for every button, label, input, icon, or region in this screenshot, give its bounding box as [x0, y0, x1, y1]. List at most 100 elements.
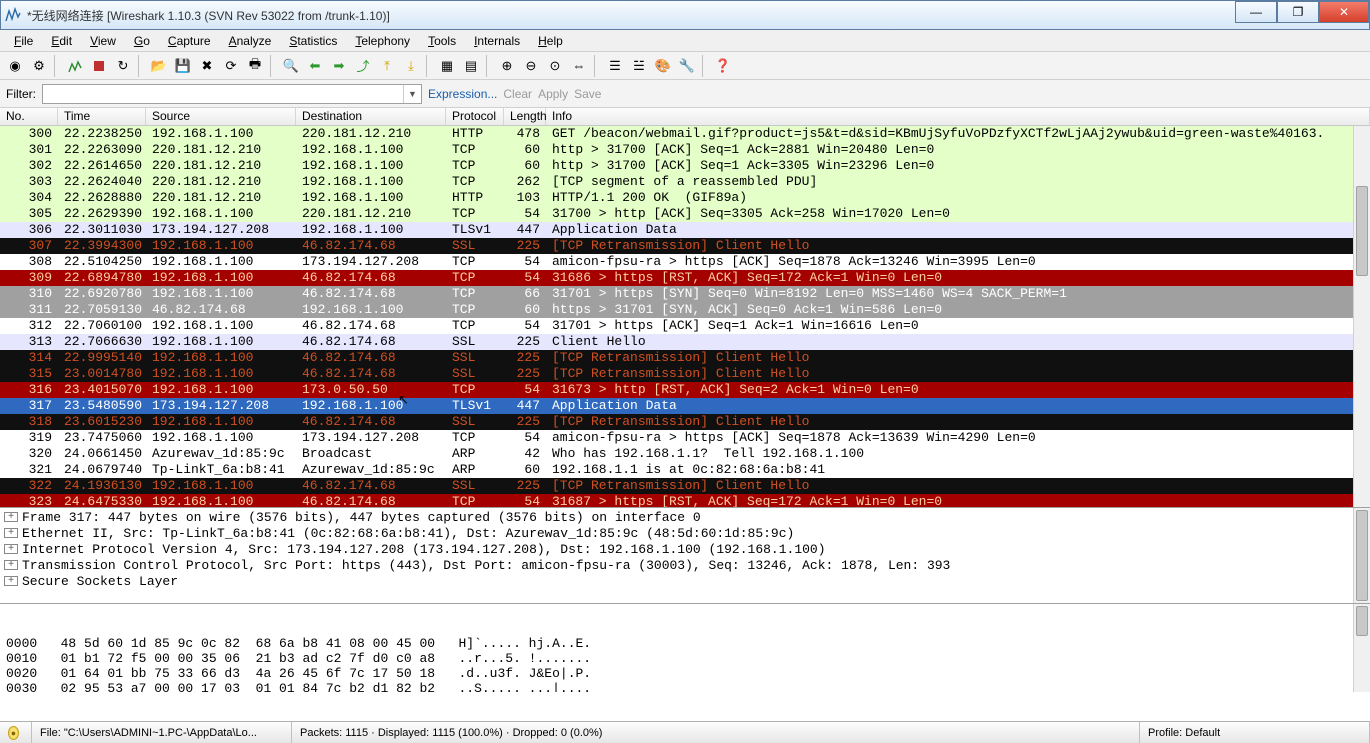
- hex-line[interactable]: 0030 02 95 53 a7 00 00 17 03 01 01 84 7c…: [6, 681, 1364, 692]
- expand-icon[interactable]: +: [4, 560, 18, 570]
- expert-info-icon[interactable]: ●: [8, 726, 19, 740]
- table-row[interactable]: 31523.0014780192.168.1.10046.82.174.68SS…: [0, 366, 1370, 382]
- table-row[interactable]: 32024.0661450Azurewav_1d:85:9cBroadcastA…: [0, 446, 1370, 462]
- packet-list[interactable]: 30022.2238250192.168.1.100220.181.12.210…: [0, 126, 1370, 508]
- auto-scroll-icon[interactable]: ▤: [460, 55, 482, 77]
- save-button[interactable]: Save: [574, 87, 601, 101]
- menu-go[interactable]: Go: [126, 32, 158, 50]
- col-proto[interactable]: Protocol: [446, 108, 504, 125]
- hex-line[interactable]: 0010 01 b1 72 f5 00 00 35 06 21 b3 ad c2…: [6, 651, 1364, 666]
- interfaces-icon[interactable]: ◉: [4, 55, 26, 77]
- minimize-button[interactable]: —: [1235, 1, 1277, 23]
- go-back-icon[interactable]: ⬅: [304, 55, 326, 77]
- detail-line[interactable]: +Secure Sockets Layer: [4, 574, 1366, 590]
- menu-view[interactable]: View: [82, 32, 124, 50]
- zoom-out-icon[interactable]: ⊖: [520, 55, 542, 77]
- table-row[interactable]: 30222.2614650220.181.12.210192.168.1.100…: [0, 158, 1370, 174]
- table-row[interactable]: 30822.5104250192.168.1.100173.194.127.20…: [0, 254, 1370, 270]
- table-row[interactable]: 31923.7475060192.168.1.100173.194.127.20…: [0, 430, 1370, 446]
- table-row[interactable]: 30622.3011030173.194.127.208192.168.1.10…: [0, 222, 1370, 238]
- hex-line[interactable]: 0000 48 5d 60 1d 85 9c 0c 82 68 6a b8 41…: [6, 636, 1364, 651]
- packet-details-pane[interactable]: +Frame 317: 447 bytes on wire (3576 bits…: [0, 508, 1370, 604]
- menu-file[interactable]: File: [6, 32, 41, 50]
- table-row[interactable]: 30422.2628880220.181.12.210192.168.1.100…: [0, 190, 1370, 206]
- start-capture-icon[interactable]: [64, 55, 86, 77]
- display-filters-icon[interactable]: ☱: [628, 55, 650, 77]
- restart-capture-icon[interactable]: ↻: [112, 55, 134, 77]
- apply-button[interactable]: Apply: [538, 87, 568, 101]
- close-file-icon[interactable]: ✖: [196, 55, 218, 77]
- menu-help[interactable]: Help: [530, 32, 571, 50]
- menu-edit[interactable]: Edit: [43, 32, 80, 50]
- table-row[interactable]: 31823.6015230192.168.1.10046.82.174.68SS…: [0, 414, 1370, 430]
- col-info[interactable]: Info: [546, 108, 1370, 125]
- menu-tools[interactable]: Tools: [420, 32, 464, 50]
- expand-icon[interactable]: +: [4, 544, 18, 554]
- print-icon[interactable]: 🖶: [244, 55, 266, 77]
- maximize-button[interactable]: ❐: [1277, 1, 1319, 23]
- expand-icon[interactable]: +: [4, 528, 18, 538]
- table-row[interactable]: 30722.3994300192.168.1.10046.82.174.68SS…: [0, 238, 1370, 254]
- table-row[interactable]: 30022.2238250192.168.1.100220.181.12.210…: [0, 126, 1370, 142]
- packet-scrollbar[interactable]: [1353, 126, 1370, 507]
- table-row[interactable]: 31022.6920780192.168.1.10046.82.174.68TC…: [0, 286, 1370, 302]
- go-to-packet-icon[interactable]: ⤴: [352, 55, 374, 77]
- stop-capture-icon[interactable]: [88, 55, 110, 77]
- help-icon[interactable]: ❓: [712, 55, 734, 77]
- colorize-icon[interactable]: ▦: [436, 55, 458, 77]
- detail-line[interactable]: +Ethernet II, Src: Tp-LinkT_6a:b8:41 (0c…: [4, 526, 1366, 542]
- table-row[interactable]: 32224.1936130192.168.1.10046.82.174.68SS…: [0, 478, 1370, 494]
- coloring-rules-icon[interactable]: 🎨: [652, 55, 674, 77]
- reload-icon[interactable]: ⟳: [220, 55, 242, 77]
- menu-analyze[interactable]: Analyze: [221, 32, 280, 50]
- filter-input[interactable]: [43, 87, 403, 101]
- table-row[interactable]: 31422.9995140192.168.1.10046.82.174.68SS…: [0, 350, 1370, 366]
- table-row[interactable]: 31122.705913046.82.174.68192.168.1.100TC…: [0, 302, 1370, 318]
- table-row[interactable]: 32324.6475330192.168.1.10046.82.174.68TC…: [0, 494, 1370, 508]
- detail-line[interactable]: +Internet Protocol Version 4, Src: 173.1…: [4, 542, 1366, 558]
- col-dst[interactable]: Destination: [296, 108, 446, 125]
- table-row[interactable]: 31222.7060100192.168.1.10046.82.174.68TC…: [0, 318, 1370, 334]
- detail-line[interactable]: +Frame 317: 447 bytes on wire (3576 bits…: [4, 510, 1366, 526]
- menu-capture[interactable]: Capture: [160, 32, 219, 50]
- menu-internals[interactable]: Internals: [466, 32, 528, 50]
- preferences-icon[interactable]: 🔧: [676, 55, 698, 77]
- table-row[interactable]: 31623.4015070192.168.1.100173.0.50.50TCP…: [0, 382, 1370, 398]
- zoom-in-icon[interactable]: ⊕: [496, 55, 518, 77]
- details-scrollbar[interactable]: [1353, 508, 1370, 603]
- resize-columns-icon[interactable]: ⇔: [568, 55, 590, 77]
- detail-line[interactable]: +Transmission Control Protocol, Src Port…: [4, 558, 1366, 574]
- capture-filters-icon[interactable]: ☰: [604, 55, 626, 77]
- close-button[interactable]: ✕: [1319, 1, 1369, 23]
- options-icon[interactable]: ⚙: [28, 55, 50, 77]
- filter-input-wrap[interactable]: ▼: [42, 84, 422, 104]
- table-row[interactable]: 31723.5480590173.194.127.208192.168.1.10…: [0, 398, 1370, 414]
- hex-line[interactable]: 0020 01 64 01 bb 75 33 66 d3 4a 26 45 6f…: [6, 666, 1364, 681]
- hex-scrollbar[interactable]: [1353, 604, 1370, 692]
- table-row[interactable]: 30522.2629390192.168.1.100220.181.12.210…: [0, 206, 1370, 222]
- table-row[interactable]: 30322.2624040220.181.12.210192.168.1.100…: [0, 174, 1370, 190]
- zoom-100-icon[interactable]: ⊙: [544, 55, 566, 77]
- filter-dropdown-icon[interactable]: ▼: [403, 85, 421, 103]
- expand-icon[interactable]: +: [4, 512, 18, 522]
- expand-icon[interactable]: +: [4, 576, 18, 586]
- go-first-icon[interactable]: ⤒: [376, 55, 398, 77]
- find-icon[interactable]: 🔍: [280, 55, 302, 77]
- go-last-icon[interactable]: ⤓: [400, 55, 422, 77]
- menu-telephony[interactable]: Telephony: [347, 32, 418, 50]
- expression-button[interactable]: Expression...: [428, 87, 497, 101]
- table-row[interactable]: 30122.2263090220.181.12.210192.168.1.100…: [0, 142, 1370, 158]
- table-row[interactable]: 32124.0679740Tp-LinkT_6a:b8:41Azurewav_1…: [0, 462, 1370, 478]
- packet-bytes-pane[interactable]: 0000 48 5d 60 1d 85 9c 0c 82 68 6a b8 41…: [0, 604, 1370, 692]
- packet-list-header[interactable]: No. Time Source Destination Protocol Len…: [0, 108, 1370, 126]
- open-file-icon[interactable]: 📂: [148, 55, 170, 77]
- table-row[interactable]: 31322.7066630192.168.1.10046.82.174.68SS…: [0, 334, 1370, 350]
- table-row[interactable]: 30922.6894780192.168.1.10046.82.174.68TC…: [0, 270, 1370, 286]
- save-file-icon[interactable]: 💾: [172, 55, 194, 77]
- col-len[interactable]: Length: [504, 108, 546, 125]
- menu-statistics[interactable]: Statistics: [281, 32, 345, 50]
- go-forward-icon[interactable]: ➡: [328, 55, 350, 77]
- col-time[interactable]: Time: [58, 108, 146, 125]
- col-no[interactable]: No.: [0, 108, 58, 125]
- clear-button[interactable]: Clear: [503, 87, 532, 101]
